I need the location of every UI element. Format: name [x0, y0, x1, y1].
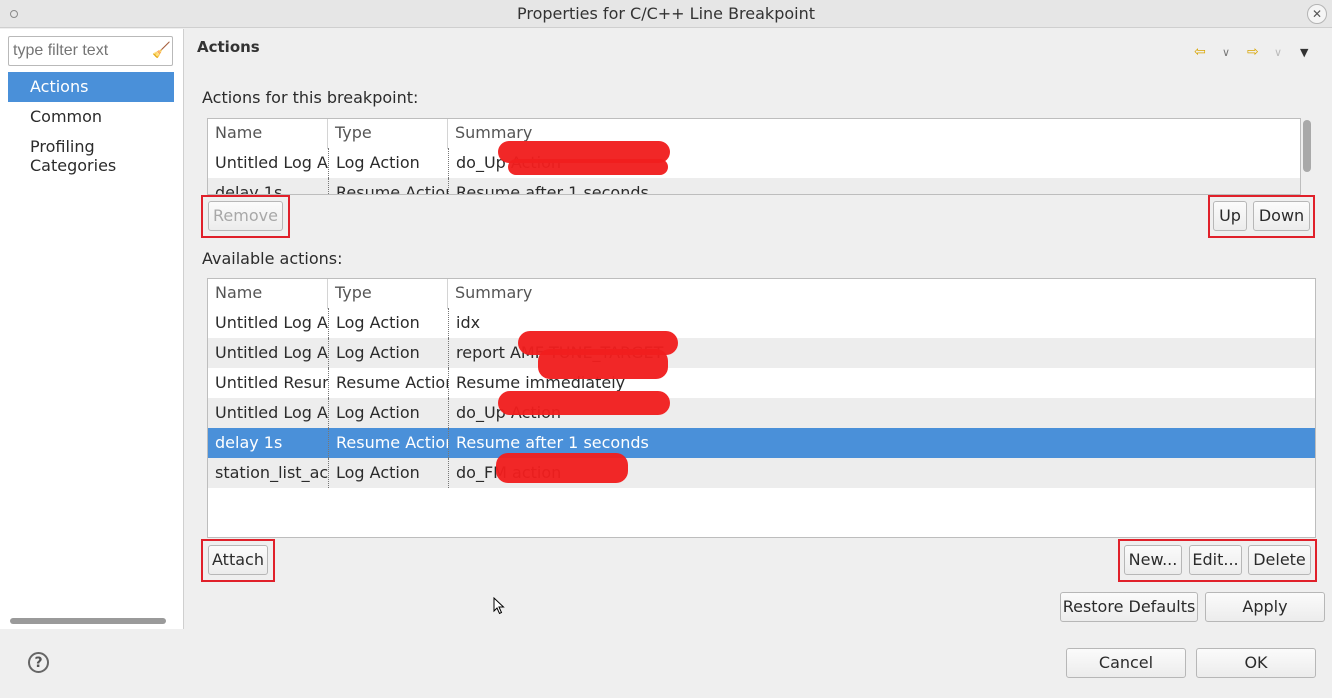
column-header-name[interactable]: Name: [208, 119, 328, 149]
attach-button[interactable]: Attach: [208, 545, 268, 575]
chevron-down-icon[interactable]: ∨: [1274, 46, 1282, 59]
cell-type: Log Action: [328, 338, 448, 368]
redaction-mark: [508, 159, 668, 175]
cancel-button[interactable]: Cancel: [1066, 648, 1186, 678]
remove-button[interactable]: Remove: [208, 201, 283, 231]
table-row[interactable]: delay 1s Resume Action Resume after 1 se…: [208, 178, 1300, 195]
redaction-mark: [498, 391, 670, 415]
cell-name: Untitled Log Action: [215, 403, 328, 422]
delete-button[interactable]: Delete: [1248, 545, 1311, 575]
column-header-type[interactable]: Type: [328, 119, 448, 149]
cell-name: Untitled Log Action: [215, 313, 328, 332]
table-scrollbar[interactable]: [1303, 120, 1311, 172]
cell-name: station_list_action: [215, 463, 328, 482]
sidebar-item-actions[interactable]: Actions: [8, 72, 174, 102]
window-title: Properties for C/C++ Line Breakpoint: [516, 4, 815, 23]
arrow-right-icon[interactable]: ⇨: [1247, 44, 1259, 60]
available-actions-label: Available actions:: [202, 249, 343, 268]
column-header-summary[interactable]: Summary: [448, 279, 1315, 309]
chevron-down-icon[interactable]: ∨: [1222, 46, 1230, 59]
cell-name: delay 1s: [215, 183, 283, 195]
breakpoint-actions-table: Name Type Summary Untitled Log Action Lo…: [207, 118, 1301, 195]
broom-icon[interactable]: 🧹: [152, 41, 171, 59]
table-row[interactable]: Untitled Log Action Log Action do_Up Act…: [208, 148, 1300, 178]
restore-defaults-button[interactable]: Restore Defaults: [1060, 592, 1198, 622]
table-row[interactable]: Untitled Log Action Log Action do_Up Act…: [208, 398, 1315, 428]
view-menu-icon[interactable]: ▼: [1300, 46, 1308, 59]
cell-name: delay 1s: [215, 433, 283, 452]
cell-type: Log Action: [328, 458, 448, 488]
down-button[interactable]: Down: [1253, 201, 1310, 231]
breakpoint-actions-label: Actions for this breakpoint:: [202, 88, 419, 107]
cell-type: Log Action: [328, 148, 448, 178]
cell-summary: Resume after 1 seconds: [448, 178, 1300, 194]
help-icon[interactable]: ?: [28, 652, 49, 673]
cell-type: Resume Action: [328, 368, 448, 398]
filter-input[interactable]: [8, 36, 173, 66]
cell-name: Untitled Resume Action: [215, 373, 328, 392]
table-row[interactable]: Untitled Log Action Log Action idx: [208, 308, 1315, 338]
sidebar-item-profiling-categories[interactable]: Profiling Categories: [8, 132, 174, 175]
sidebar-scrollbar[interactable]: [10, 618, 166, 624]
close-icon[interactable]: ✕: [1307, 4, 1327, 24]
new-button[interactable]: New...: [1124, 545, 1182, 575]
mouse-cursor-icon: [493, 597, 505, 615]
edit-button[interactable]: Edit...: [1189, 545, 1242, 575]
redaction-mark: [538, 349, 668, 379]
table-row-selected[interactable]: delay 1s Resume Action Resume after 1 se…: [208, 428, 1315, 458]
available-actions-table: Name Type Summary Untitled Log Action Lo…: [207, 278, 1316, 538]
sidebar-item-common[interactable]: Common: [8, 102, 174, 132]
redaction-mark: [496, 453, 628, 483]
cell-type: Log Action: [328, 398, 448, 428]
column-header-name[interactable]: Name: [208, 279, 328, 309]
cell-type: Log Action: [328, 308, 448, 338]
cell-name: Untitled Log Action: [215, 343, 328, 362]
page-title: Actions: [197, 38, 260, 56]
up-button[interactable]: Up: [1213, 201, 1247, 231]
table-row[interactable]: Untitled Log Action Log Action report AM…: [208, 338, 1315, 368]
table-row[interactable]: station_list_action Log Action do_FM act…: [208, 458, 1315, 488]
table-row[interactable]: Untitled Resume Action Resume Action Res…: [208, 368, 1315, 398]
ok-button[interactable]: OK: [1196, 648, 1316, 678]
column-header-type[interactable]: Type: [328, 279, 448, 309]
arrow-left-icon[interactable]: ⇦: [1194, 44, 1206, 60]
cell-name: Untitled Log Action: [215, 153, 328, 172]
apply-button[interactable]: Apply: [1205, 592, 1325, 622]
cell-type: Resume Action: [328, 178, 448, 194]
cell-type: Resume Action: [328, 428, 448, 458]
